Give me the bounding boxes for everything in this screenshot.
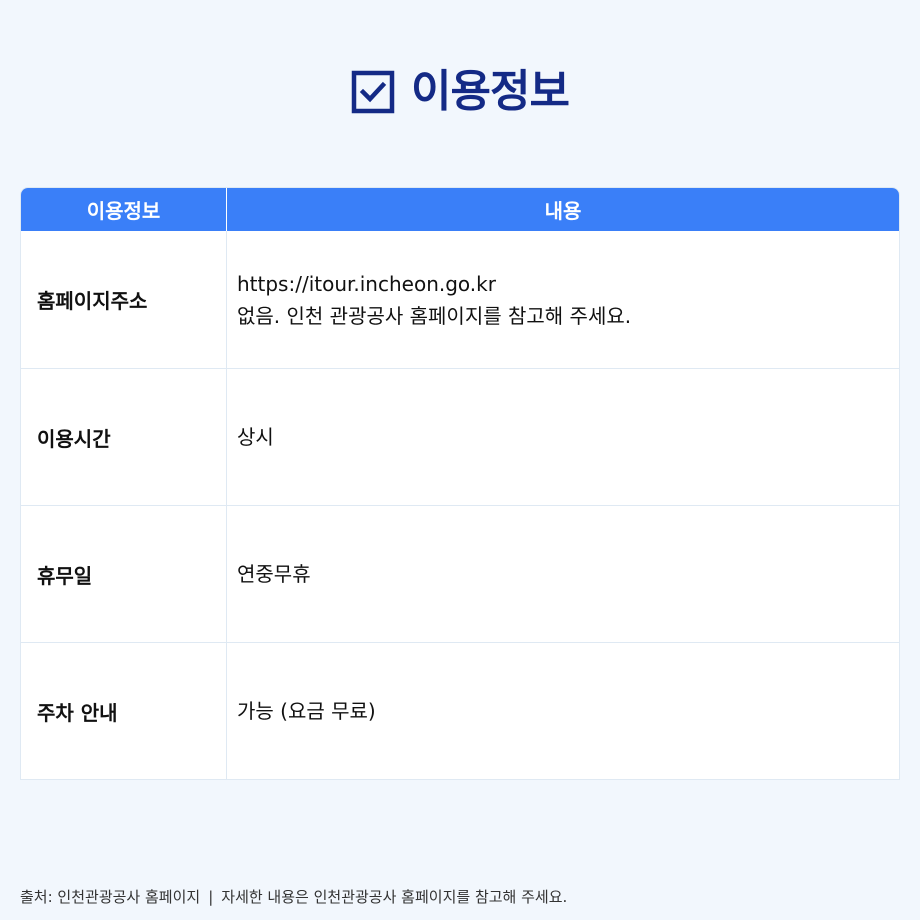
- footer: 출처: 인천관광공사 홈페이지 | 자세한 내용은 인천관광공사 홈페이지를 참고해…: [20, 886, 567, 907]
- page-title: 이용정보: [411, 66, 570, 117]
- homepage-note: 없음. 인천 관광공사 홈페이지를 참고해 주세요.: [237, 303, 632, 328]
- checkbox-checked-icon: [351, 70, 395, 114]
- row-value-homepage: https://itour.incheon.go.kr 없음. 인천 관광공사 …: [227, 231, 899, 368]
- info-table: 이용정보 내용 홈페이지주소 https://itour.incheon.go.…: [20, 187, 900, 780]
- closed-days-text: 연중무휴: [237, 562, 311, 586]
- footer-source: 출처: 인천관광공사 홈페이지: [20, 888, 201, 906]
- page: 이용정보 이용정보 내용 홈페이지주소 https://itour.incheo…: [0, 0, 920, 920]
- row-value-parking: 가능 (요금 무료): [227, 642, 899, 779]
- title-section: 이용정보: [0, 64, 920, 120]
- parking-text: 가능 (요금 무료): [237, 699, 376, 723]
- footer-note: 자세한 내용은 인천관광공사 홈페이지를 참고해 주세요.: [221, 888, 568, 906]
- row-label-closed-days: 휴무일: [21, 505, 227, 642]
- homepage-url-link[interactable]: https://itour.incheon.go.kr: [237, 268, 899, 300]
- table-row: 주차 안내 가능 (요금 무료): [21, 642, 899, 779]
- table-row: 휴무일 연중무휴: [21, 505, 899, 642]
- footer-separator: |: [208, 888, 214, 906]
- row-value-closed-days: 연중무휴: [227, 505, 899, 642]
- row-label-parking: 주차 안내: [21, 642, 227, 779]
- table-header-row: 이용정보 내용: [21, 188, 899, 231]
- table-row: 홈페이지주소 https://itour.incheon.go.kr 없음. 인…: [21, 231, 899, 368]
- row-label-hours: 이용시간: [21, 368, 227, 505]
- row-label-homepage: 홈페이지주소: [21, 231, 227, 368]
- column-header-content: 내용: [227, 188, 899, 231]
- column-header-category: 이용정보: [21, 188, 227, 231]
- hours-text: 상시: [237, 425, 274, 449]
- table-row: 이용시간 상시: [21, 368, 899, 505]
- row-value-hours: 상시: [227, 368, 899, 505]
